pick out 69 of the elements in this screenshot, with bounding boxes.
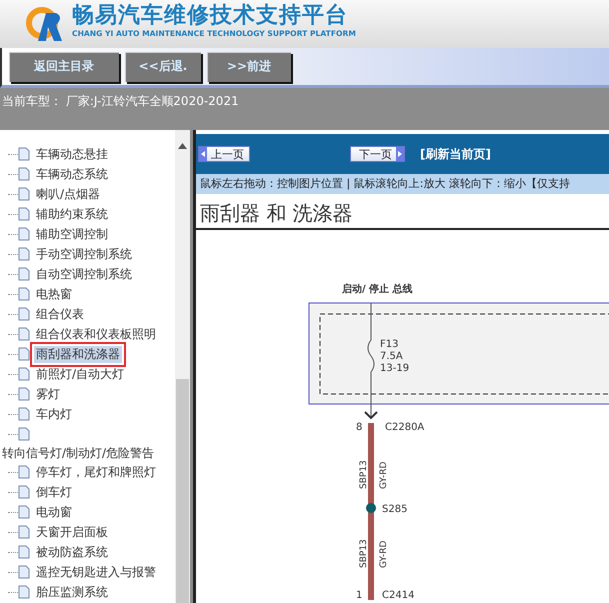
- site-title: 畅易汽车维修技术支持平台: [72, 2, 349, 28]
- file-icon: [18, 585, 30, 599]
- pin-number: 8: [356, 422, 362, 433]
- tree-item[interactable]: 天窗开启面板: [34, 524, 110, 540]
- tree-item[interactable]: 被动防盗系统: [34, 544, 110, 560]
- bus-label: 启动/ 停止 总线: [342, 284, 413, 295]
- file-icon: [18, 565, 30, 579]
- file-icon: [18, 465, 30, 479]
- tree-item[interactable]: 雾灯: [34, 386, 62, 402]
- tree-item[interactable]: 车内灯: [34, 406, 74, 422]
- file-icon: [18, 427, 30, 441]
- splice-dot: [366, 503, 376, 513]
- file-icon: [18, 347, 30, 361]
- scrollbar-thumb[interactable]: [176, 379, 189, 603]
- file-icon: [18, 247, 30, 261]
- tree-item[interactable]: 雨刮器和洗涤器: [34, 346, 122, 362]
- nav-button[interactable]: <<后退.: [125, 52, 201, 82]
- scrollbar[interactable]: [175, 130, 190, 603]
- file-icon: [18, 505, 30, 519]
- fuse-label: F13 7.5A 13-19: [380, 339, 410, 374]
- nav-button[interactable]: 返回主目录: [9, 52, 119, 82]
- tree-item[interactable]: 车辆动态系统: [34, 166, 110, 182]
- file-icon: [18, 287, 30, 301]
- usage-hint: 鼠标左右拖动：控制图片位置 | 鼠标滚轮向上:放大 滚轮向下：缩小【仅支持: [196, 174, 609, 194]
- next-page-button[interactable]: 下一页: [350, 146, 405, 162]
- file-icon: [18, 187, 30, 201]
- tree-item[interactable]: 停车灯，尾灯和牌照灯: [34, 464, 158, 480]
- file-icon: [18, 485, 30, 499]
- scroll-up-icon[interactable]: [178, 143, 187, 149]
- tree-item[interactable]: 胎压监测系统: [34, 584, 110, 600]
- file-icon: [18, 407, 30, 421]
- diagram-title: 雨刮器 和 洗涤器: [196, 194, 609, 230]
- tree-item[interactable]: 喇叭/点烟器: [34, 186, 102, 202]
- tree-item[interactable]: 电热窗: [34, 286, 74, 302]
- file-icon: [18, 267, 30, 281]
- tree-item[interactable]: 组合仪表和仪表板照明: [34, 326, 158, 342]
- tree-item[interactable]: 倒车灯: [34, 484, 74, 500]
- prev-page-button[interactable]: 上一页: [198, 146, 250, 162]
- tree-item[interactable]: 组合仪表: [34, 306, 86, 322]
- tree-item[interactable]: 前照灯/自动大灯: [34, 366, 126, 382]
- tree-item[interactable]: 电动窗: [34, 504, 74, 520]
- file-icon: [18, 387, 30, 401]
- nav-button[interactable]: >>前进: [207, 52, 291, 82]
- pin-number: 1: [356, 590, 362, 600]
- file-icon: [18, 327, 30, 341]
- file-icon: [18, 167, 30, 181]
- tree-item[interactable]: 遥控无钥匙进入与报警: [34, 564, 158, 580]
- circuit-label: SBP13: [359, 539, 369, 568]
- tree-item[interactable]: 手动空调控制系统: [34, 246, 134, 262]
- file-icon: [18, 367, 30, 381]
- refresh-link[interactable]: [刷新当前页]: [420, 146, 491, 162]
- tree-item[interactable]: 转向信号灯/制动灯/危险警告: [0, 444, 175, 462]
- connector-label: C2414: [382, 590, 414, 600]
- wire-color-label: GY-RD: [379, 462, 389, 489]
- tree-item[interactable]: 自动空调控制系统: [34, 266, 134, 282]
- current-model-text: 当前车型： 厂家:J-江铃汽车全顺2020-2021: [1, 93, 240, 110]
- splice-label: S285: [382, 504, 408, 515]
- file-icon: [18, 227, 30, 241]
- circuit-label: SBP13: [359, 460, 369, 489]
- tree-item[interactable]: 辅助空调控制: [34, 226, 110, 242]
- file-icon: [18, 147, 30, 161]
- connector-label: C2280A: [385, 422, 424, 433]
- tree-item[interactable]: 车辆动态悬挂: [34, 146, 110, 162]
- tree-item[interactable]: 辅助约束系统: [34, 206, 110, 222]
- file-icon: [18, 307, 30, 321]
- file-icon: [18, 525, 30, 539]
- wire-color-label: GY-RD: [379, 540, 389, 568]
- file-icon: [18, 545, 30, 559]
- file-icon: [18, 207, 30, 221]
